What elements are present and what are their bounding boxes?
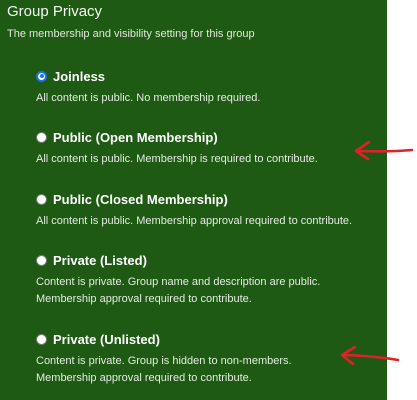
option-private-unlisted[interactable]: Private (Unlisted) Content is private. G… [36, 331, 381, 387]
option-public-open[interactable]: Public (Open Membership) All content is … [36, 129, 381, 168]
option-description: All content is public. Membership approv… [36, 213, 381, 230]
section-description: The membership and visibility setting fo… [7, 28, 255, 40]
option-description: All content is public. Membership is req… [36, 151, 381, 168]
option-description: All content is public. No membership req… [36, 90, 381, 107]
group-privacy-panel: Group Privacy The membership and visibil… [0, 0, 387, 400]
option-description-line: All content is public. Membership approv… [36, 215, 353, 227]
radio-public-closed[interactable] [36, 193, 47, 205]
option-label[interactable]: Joinless [53, 69, 105, 84]
option-description: Content is private. Group name and descr… [36, 274, 381, 308]
radio-public-open[interactable] [36, 131, 47, 143]
option-public-closed[interactable]: Public (Closed Membership) All content i… [36, 191, 381, 230]
option-label[interactable]: Private (Listed) [53, 253, 147, 268]
option-description-line: Membership approval required to contribu… [36, 293, 252, 305]
option-joinless[interactable]: Joinless All content is public. No membe… [36, 68, 381, 107]
radio-joinless[interactable] [36, 70, 47, 82]
annotation-arrow-icon [340, 346, 400, 366]
option-description-line: Content is private. Group name and descr… [36, 276, 321, 288]
section-title: Group Privacy [7, 3, 103, 20]
option-private-listed[interactable]: Private (Listed) Content is private. Gro… [36, 252, 381, 308]
option-label[interactable]: Public (Open Membership) [53, 130, 218, 145]
radio-private-listed[interactable] [36, 254, 47, 266]
option-description-line: Content is private. Group is hidden to n… [36, 355, 292, 367]
option-description-line: Membership approval required to contribu… [36, 372, 252, 384]
option-label[interactable]: Public (Closed Membership) [53, 192, 228, 207]
option-description-line: All content is public. No membership req… [36, 92, 261, 104]
radio-private-unlisted[interactable] [36, 333, 47, 345]
option-description-line: All content is public. Membership is req… [36, 153, 318, 165]
option-description: Content is private. Group is hidden to n… [36, 353, 381, 387]
option-label[interactable]: Private (Unlisted) [53, 332, 160, 347]
annotation-arrow-icon [354, 140, 414, 161]
